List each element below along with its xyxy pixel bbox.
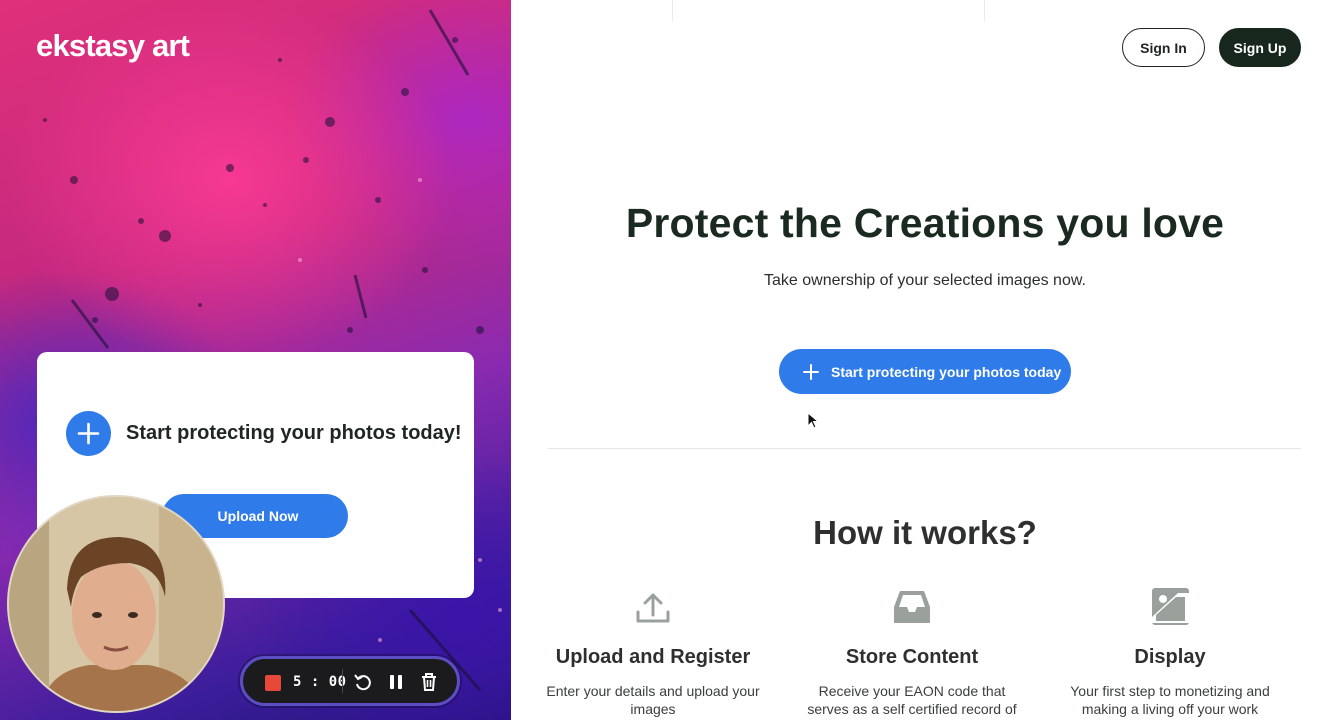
promo-headline: Start protecting your photos today! (126, 422, 462, 444)
mouse-cursor-icon (807, 412, 819, 429)
image-icon (1152, 588, 1189, 625)
screen-recorder-controls: 5 : 00 (240, 656, 460, 706)
step-title: Display (1134, 646, 1206, 668)
inbox-icon (894, 591, 930, 623)
section-divider (548, 448, 1301, 449)
step-description: Your first step to monetizing and making… (1070, 683, 1270, 717)
start-protecting-button[interactable]: Start protecting your photos today (779, 349, 1071, 394)
step-store-content: Store Content Receive your EAON code tha… (787, 585, 1037, 718)
stop-recording-button[interactable] (265, 675, 281, 691)
webcam-person-image (9, 497, 223, 711)
header-divider (984, 0, 985, 22)
trash-icon[interactable] (418, 671, 440, 693)
step-display: Display Your first step to monetizing an… (1045, 585, 1295, 718)
sign-in-button[interactable]: Sign In (1122, 28, 1205, 67)
recorder-divider (342, 669, 343, 693)
step-upload-register: Upload and Register Enter your details a… (528, 585, 778, 718)
webcam-overlay (7, 495, 225, 713)
start-protecting-label: Start protecting your photos today (831, 363, 1062, 380)
page: ekstasy art Start protecting your photos… (0, 0, 1340, 720)
how-it-works-title: How it works? (813, 514, 1037, 551)
plus-icon (803, 363, 819, 380)
upload-icon (636, 593, 670, 623)
brand-logo[interactable]: ekstasy art (36, 28, 190, 64)
restart-icon[interactable] (352, 671, 374, 693)
hero-art-panel: ekstasy art Start protecting your photos… (0, 0, 511, 720)
step-description: Receive your EAON code that serves as a … (807, 683, 1017, 717)
hero-title: Protect the Creations you love (625, 200, 1225, 246)
step-description: Enter your details and upload your image… (546, 683, 760, 717)
pause-icon[interactable] (385, 671, 407, 693)
sign-up-button[interactable]: Sign Up (1219, 28, 1301, 67)
hero-subtitle: Take ownership of your selected images n… (764, 272, 1086, 289)
step-title: Store Content (845, 646, 979, 668)
header-divider (672, 0, 673, 22)
step-title: Upload and Register (555, 646, 751, 668)
plus-icon (66, 411, 111, 456)
recording-timer: 5 : 00 (293, 674, 347, 690)
